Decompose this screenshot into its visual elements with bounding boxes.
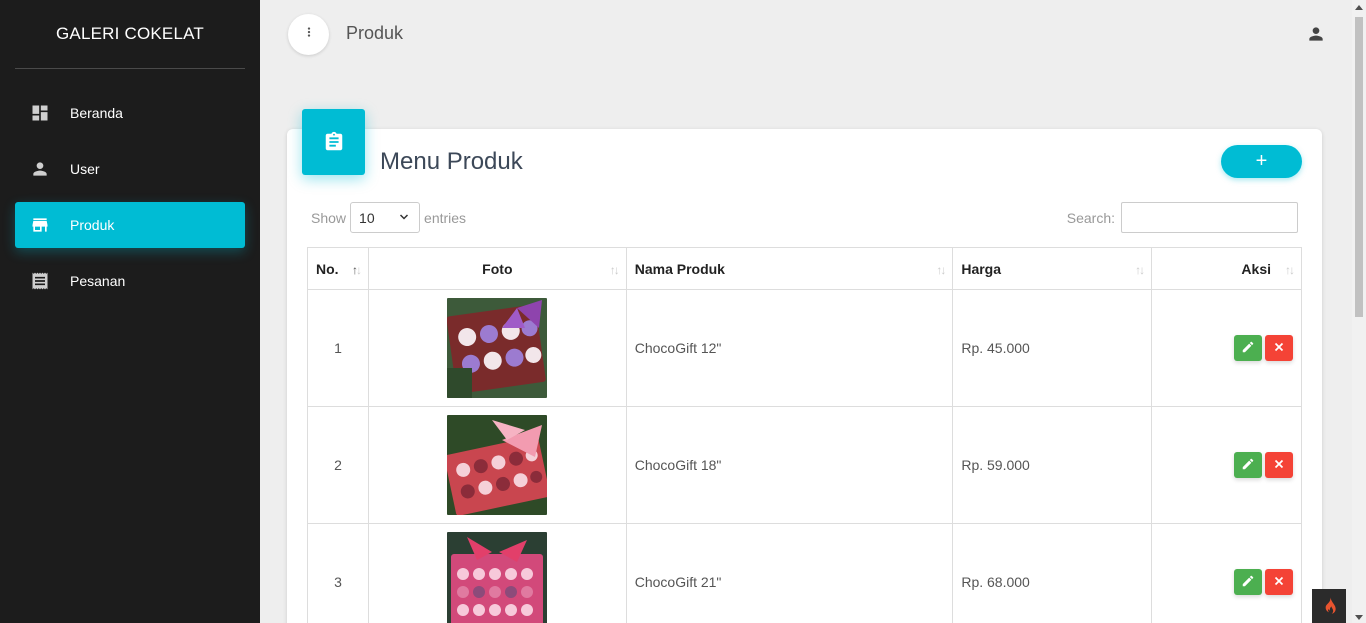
product-name: ChocoGift 21": [625, 523, 954, 623]
card-title: Menu Produk: [380, 148, 523, 175]
sidebar-item-label: Pesanan: [70, 273, 126, 289]
column-header-nama-produk[interactable]: Nama Produk ↑↓: [625, 247, 954, 290]
row-number: 2: [307, 406, 369, 524]
chevron-down-icon: [398, 210, 410, 226]
edit-icon: [1241, 574, 1255, 591]
actions-cell: [1151, 523, 1302, 623]
scroll-up-icon[interactable]: [1355, 5, 1363, 10]
sidebar-item-user[interactable]: User: [15, 146, 245, 192]
product-photo-cell: [367, 289, 627, 407]
sidebar-item-pesanan[interactable]: Pesanan: [15, 258, 245, 304]
product-name: ChocoGift 18": [625, 406, 954, 524]
row-actions: [1152, 452, 1301, 478]
table-row: 3 ChocoGift 21" Rp. 68.000: [307, 523, 1302, 623]
product-price: Rp. 45.000: [952, 289, 1153, 407]
search-label: Search:: [1066, 209, 1115, 226]
scroll-thumb[interactable]: [1355, 17, 1363, 317]
close-icon: [1272, 574, 1286, 591]
delete-button[interactable]: [1265, 569, 1293, 595]
product-price: Rp. 59.000: [952, 406, 1153, 524]
assignment-icon: [302, 109, 365, 175]
flame-icon[interactable]: [1312, 589, 1346, 623]
product-photo: [447, 532, 548, 623]
topbar: Produk: [260, 0, 1352, 68]
close-icon: [1272, 457, 1286, 474]
page-size-value: 10: [359, 209, 375, 226]
receipt-icon: [30, 271, 50, 291]
delete-button[interactable]: [1265, 452, 1293, 478]
page-scrollbar[interactable]: [1352, 0, 1366, 623]
delete-button[interactable]: [1265, 335, 1293, 361]
search-input[interactable]: [1121, 202, 1298, 233]
store-icon: [30, 215, 50, 235]
more-vert-icon: [302, 25, 316, 44]
sidebar-nav: Beranda User Produk Pesanan: [0, 90, 260, 304]
add-product-button[interactable]: +: [1221, 145, 1302, 178]
search-control: Search:: [1067, 202, 1298, 233]
product-photo: [447, 415, 548, 515]
column-header-no[interactable]: No. ↑↓: [307, 247, 369, 290]
product-photo: [447, 298, 548, 398]
sort-asc-icon: ↑↓: [351, 263, 362, 277]
column-header-foto[interactable]: Foto ↑↓: [367, 247, 627, 290]
page-title: Produk: [346, 23, 404, 43]
column-header-harga[interactable]: Harga ↑↓: [952, 247, 1153, 290]
sidebar-item-produk[interactable]: Produk: [15, 202, 245, 248]
brand-title[interactable]: GALERI COKELAT: [0, 0, 260, 68]
column-header-aksi[interactable]: Aksi ↑↓: [1151, 247, 1302, 290]
edit-button[interactable]: [1234, 335, 1262, 361]
divider: [15, 68, 245, 69]
sort-icon: ↑↓: [609, 263, 620, 277]
show-label: Show: [311, 209, 347, 226]
sidebar-item-label: Produk: [70, 217, 115, 233]
sidebar-item-beranda[interactable]: Beranda: [15, 90, 245, 136]
sort-icon: ↑↓: [1285, 263, 1295, 277]
person-icon[interactable]: [1306, 24, 1326, 44]
scroll-down-icon[interactable]: [1355, 615, 1363, 620]
page-size-select[interactable]: 10: [350, 202, 421, 233]
entries-label: entries: [424, 209, 467, 226]
table-controls: Show 10 entries Search:: [311, 202, 1298, 233]
product-price: Rp. 68.000: [952, 523, 1153, 623]
product-photo-cell: [367, 406, 627, 524]
products-table: No. ↑↓ Foto ↑↓ Nama Produk ↑↓ Harga ↑↓ A…: [307, 247, 1302, 623]
product-photo-cell: [367, 523, 627, 623]
table-row: 1 ChocoGift 12" Rp. 45.000: [307, 289, 1302, 407]
sidebar-item-label: Beranda: [70, 105, 123, 121]
row-number: 1: [307, 289, 369, 407]
person-icon: [30, 159, 50, 179]
dashboard-icon: [30, 103, 50, 123]
product-name: ChocoGift 12": [625, 289, 954, 407]
product-card: Menu Produk + Show 10 entries Search: No…: [287, 109, 1322, 623]
row-actions: [1152, 335, 1301, 361]
close-icon: [1272, 340, 1286, 357]
edit-icon: [1241, 340, 1255, 357]
edit-icon: [1241, 457, 1255, 474]
page-size-control: Show 10 entries: [311, 202, 466, 233]
edit-button[interactable]: [1234, 452, 1262, 478]
sidebar-toggle-button[interactable]: [288, 14, 329, 55]
actions-cell: [1151, 289, 1302, 407]
table-header-row: No. ↑↓ Foto ↑↓ Nama Produk ↑↓ Harga ↑↓ A…: [307, 247, 1302, 290]
actions-cell: [1151, 406, 1302, 524]
sidebar-item-label: User: [70, 161, 100, 177]
sort-icon: ↑↓: [936, 263, 946, 277]
edit-button[interactable]: [1234, 569, 1262, 595]
row-actions: [1152, 569, 1301, 595]
table-row: 2 ChocoGift 18" Rp. 59.000: [307, 406, 1302, 524]
row-number: 3: [307, 523, 369, 623]
sidebar: GALERI COKELAT Beranda User Produk Pesan…: [0, 0, 260, 623]
sort-icon: ↑↓: [1135, 263, 1145, 277]
